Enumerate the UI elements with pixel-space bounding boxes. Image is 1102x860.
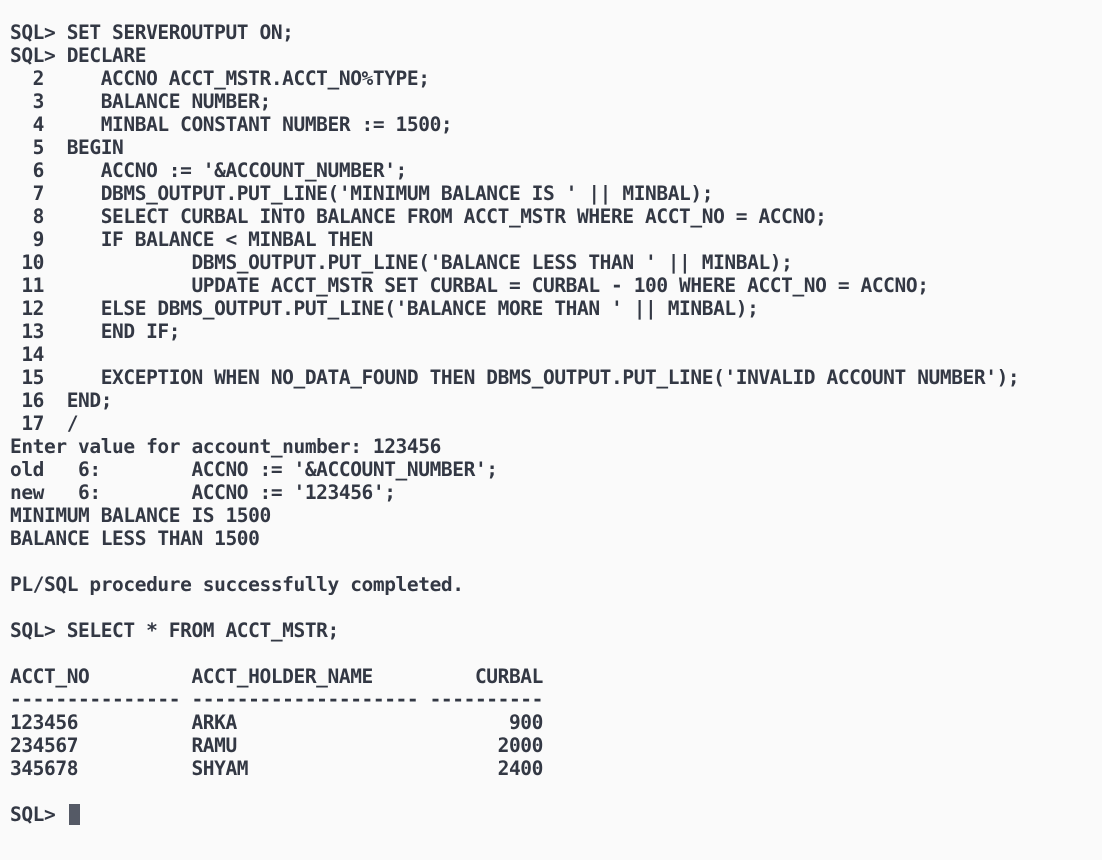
code-line-5: 5 BEGIN bbox=[10, 136, 124, 159]
prompt-input-line[interactable]: SQL> bbox=[10, 803, 1102, 826]
sql-declare-line: SQL> DECLARE bbox=[10, 44, 147, 67]
text-cursor bbox=[68, 804, 80, 825]
code-line-11: 11 UPDATE ACCT_MSTR SET CURBAL = CURBAL … bbox=[10, 274, 929, 297]
code-line-3: 3 BALANCE NUMBER; bbox=[10, 90, 272, 113]
code-line-8: 8 SELECT CURBAL INTO BALANCE FROM ACCT_M… bbox=[10, 205, 827, 228]
code-line-9: 9 IF BALANCE < MINBAL THEN bbox=[10, 228, 374, 251]
code-line-15: 15 EXCEPTION WHEN NO_DATA_FOUND THEN DBM… bbox=[10, 366, 1020, 389]
code-line-14: 14 bbox=[10, 343, 45, 366]
output-balance-less-line: BALANCE LESS THAN 1500 bbox=[10, 527, 260, 550]
code-line-2: 2 ACCNO ACCT_MSTR.ACCT_NO%TYPE; bbox=[10, 67, 430, 90]
substitution-prompt-line: Enter value for account_number: 123456 bbox=[10, 435, 441, 458]
code-line-12: 12 ELSE DBMS_OUTPUT.PUT_LINE('BALANCE MO… bbox=[10, 297, 759, 320]
table-separator-row: --------------- -------------------- ---… bbox=[10, 688, 543, 711]
code-line-10: 10 DBMS_OUTPUT.PUT_LINE('BALANCE LESS TH… bbox=[10, 251, 793, 274]
code-line-17: 17 / bbox=[10, 412, 79, 435]
output-minimum-balance-line: MINIMUM BALANCE IS 1500 bbox=[10, 504, 271, 527]
table-row: 345678 SHYAM 2400 bbox=[10, 757, 543, 780]
code-line-13: 13 END IF; bbox=[10, 320, 181, 343]
sql-select-line: SQL> SELECT * FROM ACCT_MSTR; bbox=[10, 619, 339, 642]
terminal-window[interactable]: SQL> SET SERVEROUTPUT ON; SQL> DECLARE 2… bbox=[0, 0, 1102, 860]
code-line-4: 4 MINBAL CONSTANT NUMBER := 1500; bbox=[10, 113, 453, 136]
sql-prompt: SQL> bbox=[10, 803, 67, 826]
substitution-new-line: new 6: ACCNO := '123456'; bbox=[10, 481, 396, 504]
table-row: 234567 RAMU 2000 bbox=[10, 734, 543, 757]
code-line-6: 6 ACCNO := '&ACCOUNT_NUMBER'; bbox=[10, 159, 408, 182]
substitution-old-line: old 6: ACCNO := '&ACCOUNT_NUMBER'; bbox=[10, 458, 498, 481]
sql-set-serveroutput-line: SQL> SET SERVEROUTPUT ON; bbox=[10, 21, 294, 44]
table-header-row: ACCT_NO ACCT_HOLDER_NAME CURBAL bbox=[10, 665, 543, 688]
procedure-completed-line: PL/SQL procedure successfully completed. bbox=[10, 573, 464, 596]
table-row: 123456 ARKA 900 bbox=[10, 711, 543, 734]
code-line-16: 16 END; bbox=[10, 389, 113, 412]
code-line-7: 7 DBMS_OUTPUT.PUT_LINE('MINIMUM BALANCE … bbox=[10, 182, 714, 205]
